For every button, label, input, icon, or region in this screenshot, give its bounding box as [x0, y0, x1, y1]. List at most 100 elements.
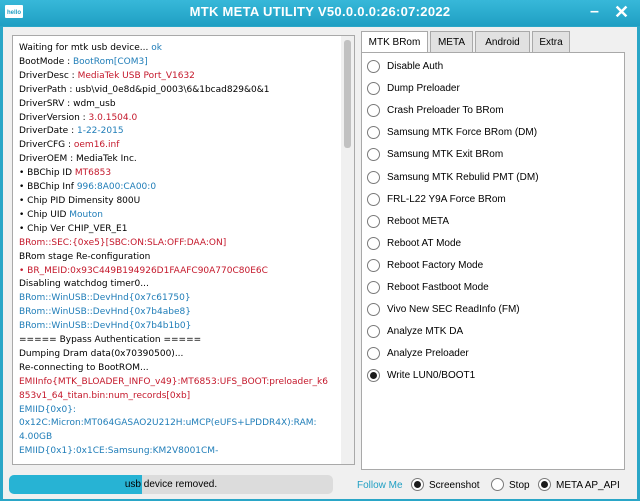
option-radio[interactable]	[367, 126, 380, 140]
log-line: DriverCFG : oem16.inf	[19, 139, 339, 153]
screenshot-label: Screenshot	[429, 480, 480, 491]
option-radio[interactable]	[367, 347, 380, 361]
log-line: • BBChip Inf 996:8A00:CA00:0	[19, 181, 339, 195]
minimize-icon[interactable]: –	[590, 2, 599, 22]
log-segment: •	[19, 223, 28, 234]
log-segment: MT6853	[74, 168, 112, 179]
window-title: MTK META UTILITY V50.0.0.0:26:07:2022	[189, 4, 451, 19]
option-reboot-at-mode[interactable]: Reboot AT Mode	[367, 236, 617, 252]
option-radio[interactable]	[367, 148, 380, 162]
title-bar: hello MTK META UTILITY V50.0.0.0:26:07:2…	[0, 0, 640, 26]
option-label: Disable Auth	[387, 61, 444, 72]
status-text: usb device removed.	[124, 479, 218, 490]
log-line: • Chip UID Mouton	[19, 209, 339, 223]
log-line: DriverOEM : MediaTek Inc.	[19, 153, 339, 167]
option-label: Reboot AT Mode	[387, 237, 462, 249]
log-segment: 3.0.1504.0	[88, 112, 138, 123]
option-disable-auth[interactable]: Disable Auth	[367, 59, 617, 75]
log-line: EMIID{0x1}:0x1CE:Samsung:KM2V8001CM-	[19, 445, 339, 459]
log-segment: 853v1_64_titan.bin:num_records[0xb]	[19, 390, 191, 401]
log-line: DriverSRV : wdm_usb	[19, 98, 339, 112]
option-radio[interactable]	[367, 170, 380, 184]
close-icon[interactable]: ✕	[614, 2, 629, 22]
meta-ap-api-label: META AP_API	[556, 480, 620, 491]
option-reboot-meta[interactable]: Reboot META	[367, 214, 617, 230]
tab-extra[interactable]: Extra	[532, 31, 570, 53]
log-segment: BRom stage Re-configuration	[19, 251, 151, 262]
tab-meta[interactable]: META	[430, 31, 473, 53]
option-radio[interactable]	[367, 258, 380, 272]
option-reboot-factory-mode[interactable]: Reboot Factory Mode	[367, 258, 617, 274]
log-segment: DriverOEM : MediaTek Inc.	[19, 154, 137, 165]
option-samsung-mtk-exit-brom[interactable]: Samsung MTK Exit BRom	[367, 147, 617, 163]
tab-android[interactable]: Android	[475, 31, 530, 53]
log-segment: BRom::WinUSB::DevHnd{0x7c61750}	[19, 293, 191, 304]
scroll-thumb[interactable]	[344, 40, 351, 148]
option-label: Dump Preloader	[387, 83, 460, 95]
log-line: DriverDate : 1-22-2015	[19, 125, 339, 139]
option-radio[interactable]	[367, 325, 380, 339]
log-segment: Mouton	[69, 209, 103, 220]
option-radio[interactable]	[367, 60, 380, 73]
option-radio[interactable]	[367, 104, 380, 118]
option-radio[interactable]	[367, 214, 380, 228]
stop-radio[interactable]	[491, 478, 504, 491]
option-analyze-mtk-da[interactable]: Analyze MTK DA	[367, 324, 617, 340]
log-segment: EMIID{0x0}:	[19, 404, 76, 415]
option-radio[interactable]	[367, 281, 380, 294]
log-line: 4.00GB	[19, 431, 339, 445]
log-segment: EMIInfo{MTK_BLOADER_INFO_v49}:MT6853:UFS…	[19, 376, 328, 387]
log-line: Re-connecting to BootROM...	[19, 362, 339, 376]
log-line: Disabling watchdog timer0...	[19, 278, 339, 292]
log-line: Dumping Dram data(0x70390500)...	[19, 348, 339, 362]
tab-mtk-brom[interactable]: MTK BRom	[361, 31, 428, 54]
log-segment: BRom::WinUSB::DevHnd{0x7b4abe8}	[19, 307, 191, 318]
option-radio[interactable]	[367, 369, 380, 383]
log-segment: DriverDesc :	[19, 70, 78, 81]
log-segment: Disabling watchdog timer0...	[19, 279, 149, 290]
log-line: BRom::SEC:{0xe5}[SBC:ON:SLA:OFF:DAA:ON]	[19, 237, 339, 251]
option-radio[interactable]	[367, 303, 380, 317]
option-label: Vivo New SEC ReadInfo (FM)	[387, 304, 520, 316]
log-line: • BR_MEID:0x93C449B194926D1FAAFC90A770C8…	[19, 265, 339, 279]
log-scrollbar[interactable]	[341, 36, 354, 464]
log-line: 0x12C:Micron:MT064GASAO2U212H:uMCP(eUFS+…	[19, 417, 339, 431]
progress-bar: usb device removed.	[9, 475, 333, 494]
option-radio[interactable]	[367, 192, 380, 206]
log-segment: Waiting for mtk usb device...	[19, 43, 152, 53]
log-segment: EMIID{0x1}:0x1CE:Samsung:KM2V8001CM-	[19, 446, 219, 457]
log-line: • Chip PID Dimensity 800U	[19, 195, 339, 209]
option-write-lun0-boot1[interactable]: Write LUN0/BOOT1	[367, 368, 617, 384]
log-line: BRom::WinUSB::DevHnd{0x7b4abe8}	[19, 306, 339, 320]
follow-me-link[interactable]: Follow Me	[357, 480, 403, 491]
log-segment: •	[19, 168, 28, 179]
log-segment: •	[19, 182, 28, 193]
option-frl-l22-y9a-force-brom[interactable]: FRL-L22 Y9A Force BRom	[367, 192, 617, 208]
log-segment: BBChip ID	[27, 168, 75, 179]
log-segment: •	[19, 209, 28, 220]
log-panel[interactable]: Waiting for mtk usb device... ok BootMode…	[12, 35, 355, 465]
log-text: Waiting for mtk usb device... ok BootMode…	[19, 42, 339, 459]
log-line: BRom stage Re-configuration	[19, 251, 339, 265]
log-segment: Dumping Dram data(0x70390500)...	[19, 348, 184, 359]
option-samsung-mtk-force-brom-dm[interactable]: Samsung MTK Force BRom (DM)	[367, 125, 617, 141]
option-radio[interactable]	[367, 82, 380, 96]
option-dump-preloader[interactable]: Dump Preloader	[367, 81, 617, 97]
option-radio[interactable]	[367, 236, 380, 250]
log-segment: •	[19, 265, 28, 276]
option-label: Analyze Preloader	[387, 348, 469, 360]
screenshot-radio[interactable]	[411, 478, 424, 491]
log-segment: BR_MEID:0x93C449B194926D1FAAFC90A770C80E…	[27, 265, 268, 276]
option-reboot-fastboot-mode[interactable]: Reboot Fastboot Mode	[367, 280, 617, 296]
option-samsung-mtk-rebulid-pmt-dm[interactable]: Samsung MTK Rebulid PMT (DM)	[367, 170, 617, 186]
log-segment: 4.00GB	[19, 432, 53, 443]
meta-ap-api-radio[interactable]	[538, 478, 551, 491]
log-segment: BBChip Inf	[27, 182, 77, 193]
log-segment: Chip Ver CHIP_VER_E1	[27, 223, 128, 234]
log-segment: DriverSRV : wdm_usb	[19, 98, 116, 109]
option-analyze-preloader[interactable]: Analyze Preloader	[367, 346, 617, 362]
option-vivo-new-sec-readinfo-fm[interactable]: Vivo New SEC ReadInfo (FM)	[367, 302, 617, 318]
option-crash-preloader-to-brom[interactable]: Crash Preloader To BRom	[367, 103, 617, 119]
option-label: Crash Preloader To BRom	[387, 105, 504, 117]
log-segment: DriverDate :	[19, 126, 77, 137]
